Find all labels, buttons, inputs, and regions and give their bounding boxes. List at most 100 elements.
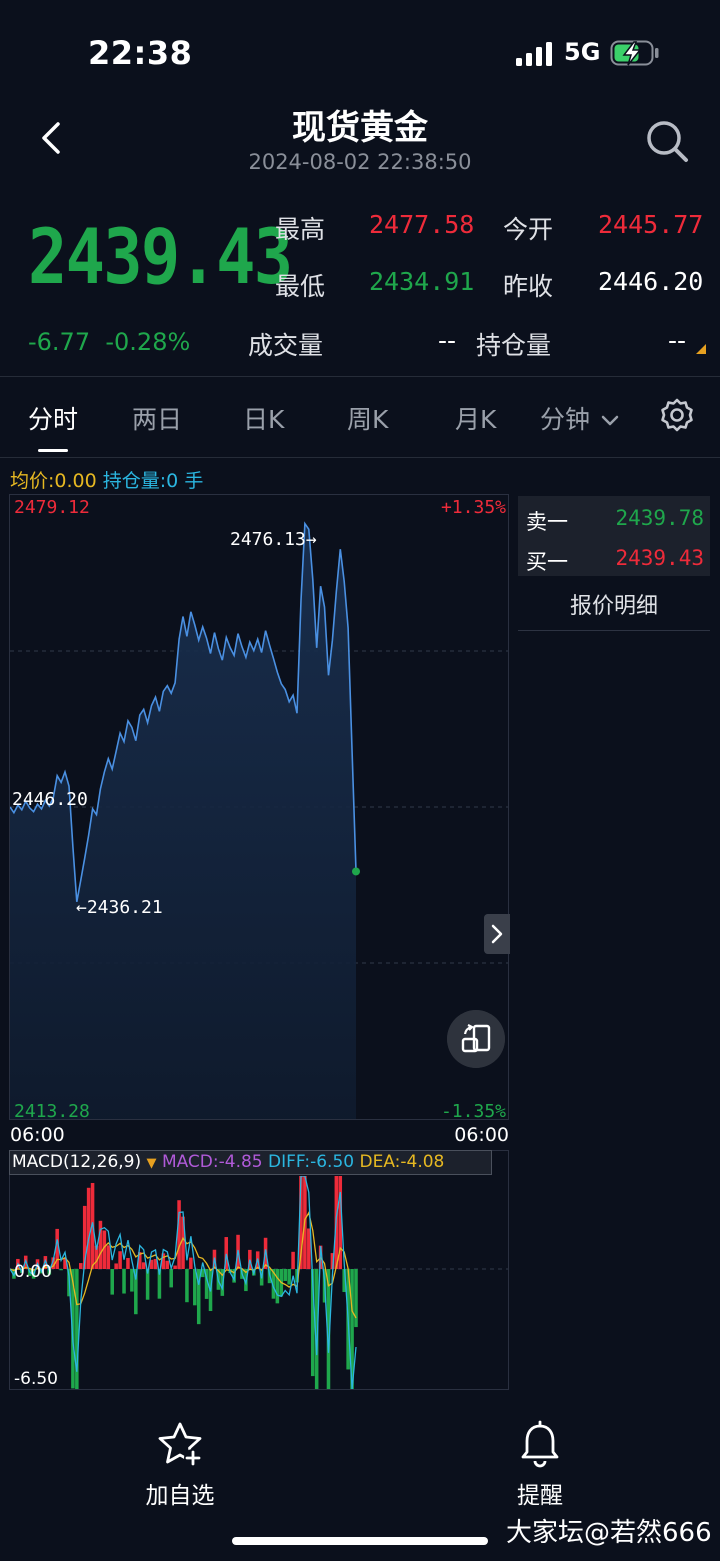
bid-label: 买一 <box>526 550 568 574</box>
divider <box>518 630 710 631</box>
tab-minute-dropdown[interactable]: 分钟 <box>540 400 620 436</box>
price-change: -6.77 -0.28% <box>28 328 190 356</box>
open-value: 2445.77 <box>598 210 704 239</box>
price-area <box>10 523 356 1119</box>
expand-panel-button[interactable] <box>484 914 510 954</box>
macd-bar <box>185 1269 189 1303</box>
home-indicator[interactable] <box>232 1537 488 1545</box>
status-time: 22:38 <box>88 34 193 72</box>
volume-label: 成交量 <box>248 331 324 360</box>
macd-bar <box>118 1251 122 1269</box>
rotate-screen-icon[interactable] <box>447 1010 505 1068</box>
macd-bar <box>126 1258 130 1269</box>
macd-plot <box>10 1176 508 1389</box>
change-value: -6.77 <box>28 328 91 356</box>
bell-icon <box>521 1420 559 1468</box>
macd-title: MACD(12,26,9) <box>12 1152 142 1172</box>
macd-bar <box>169 1269 173 1288</box>
page-title: 现货黄金 <box>292 108 428 148</box>
x-axis-start: 06:00 <box>10 1124 65 1146</box>
reference-price-label: 2446.20 <box>12 789 88 810</box>
search-icon[interactable] <box>644 118 690 164</box>
macd-bar <box>114 1263 118 1269</box>
macd-bar <box>86 1187 91 1269</box>
tab-minute-label: 分钟 <box>540 405 591 434</box>
diff-value: DIFF:-6.50 <box>268 1152 355 1172</box>
order-book: 卖一 2439.78 买一 2439.43 <box>518 496 710 576</box>
macd-legend[interactable]: MACD(12,26,9) ▼ MACD:-4.85 DIFF:-6.50 DE… <box>9 1150 492 1175</box>
change-percent: -0.28% <box>105 328 191 356</box>
position-value: 0 <box>166 470 179 492</box>
macd-bar <box>189 1257 193 1269</box>
triangle-down-icon: ▼ <box>146 1156 157 1171</box>
low-value: 2434.91 <box>369 267 475 296</box>
pct-axis-min: -1.35% <box>440 1101 506 1122</box>
macd-bar <box>287 1269 291 1285</box>
add-watchlist-button[interactable]: 加自选 <box>120 1420 240 1510</box>
macd-bar <box>165 1260 170 1269</box>
prev-close-value: 2446.20 <box>598 267 704 296</box>
macd-value: MACD:-4.85 <box>161 1152 263 1172</box>
high-value: 2477.58 <box>369 210 475 239</box>
ask-price: 2439.78 <box>615 506 704 530</box>
quote-detail-button[interactable]: 报价明细 <box>518 588 710 620</box>
signal-icon <box>516 42 552 66</box>
low-marker-label: ←2436.21 <box>76 897 163 918</box>
prev-close-label: 昨收 <box>503 272 554 301</box>
macd-bar <box>130 1269 134 1292</box>
last-price-dot <box>352 867 360 876</box>
macd-bar <box>173 1265 177 1269</box>
chart-info-line: 均价:0.00 持仓量:0 手 <box>10 466 203 493</box>
tab-monthly-k[interactable]: 月K <box>455 400 496 436</box>
tab-weekly-k[interactable]: 周K <box>347 400 388 436</box>
macd-bar <box>110 1269 114 1295</box>
divider <box>0 457 720 458</box>
macd-bar <box>141 1262 146 1269</box>
divider <box>0 376 720 377</box>
open-interest-label: 持仓量 <box>476 331 552 360</box>
macd-bar <box>98 1220 103 1269</box>
avg-price-value: 0.00 <box>54 470 97 492</box>
last-price: 2439.43 <box>28 212 293 301</box>
alert-button[interactable]: 提醒 <box>480 1420 600 1510</box>
macd-bar <box>275 1269 280 1304</box>
macd-bar <box>59 1269 63 1271</box>
low-label: 最低 <box>275 272 326 301</box>
network-type: 5G <box>564 38 601 66</box>
avg-price-label: 均价: <box>10 470 55 492</box>
high-label: 最高 <box>275 215 326 244</box>
dea-value: DEA:-4.08 <box>359 1152 445 1172</box>
high-marker-label: 2476.13→ <box>230 529 317 550</box>
position-unit: 手 <box>184 470 204 492</box>
battery-charging-icon <box>610 40 659 66</box>
macd-min-label: -6.50 <box>14 1369 58 1389</box>
tab-two-day[interactable]: 两日 <box>132 400 182 436</box>
star-plus-icon <box>158 1422 202 1467</box>
active-tab-indicator <box>38 449 68 452</box>
macd-bar <box>177 1200 181 1269</box>
alert-label: 提醒 <box>517 1483 563 1509</box>
position-label: 持仓量: <box>102 470 167 492</box>
tab-daily-k[interactable]: 日K <box>243 400 284 436</box>
pct-axis-max: +1.35% <box>440 497 506 518</box>
y-axis-min: 2413.28 <box>14 1101 90 1122</box>
bid-price: 2439.43 <box>615 546 704 570</box>
quote-datetime: 2024-08-02 22:38:50 <box>248 150 472 174</box>
open-label: 今开 <box>503 215 554 244</box>
x-axis-end: 06:00 <box>454 1124 509 1146</box>
macd-zero-label: 0.00 <box>14 1262 52 1282</box>
watermark: 大家坛@若然666 <box>506 1518 712 1548</box>
macd-bar <box>79 1263 83 1269</box>
tab-intraday[interactable]: 分时 <box>28 400 78 436</box>
gear-icon[interactable] <box>660 398 694 432</box>
volume-value: -- <box>438 326 457 355</box>
add-watchlist-label: 加自选 <box>145 1483 215 1509</box>
macd-bar <box>122 1269 126 1294</box>
chevron-down-icon <box>601 415 619 426</box>
macd-bar <box>354 1269 358 1328</box>
y-axis-max: 2479.12 <box>14 497 90 518</box>
open-interest-value: -- <box>668 326 687 355</box>
macd-bar <box>291 1251 295 1269</box>
macd-bar <box>283 1269 287 1281</box>
ask-label: 卖一 <box>526 510 568 534</box>
